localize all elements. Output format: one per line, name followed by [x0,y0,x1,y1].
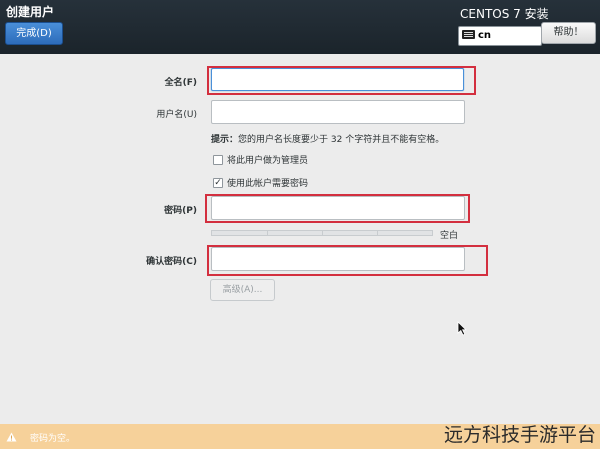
help-button[interactable]: 帮助！ [541,22,596,44]
password-strength-label: 空白 [440,231,459,241]
warning-text: 密码为空。 [30,434,76,444]
warning-icon [6,432,17,442]
admin-checkbox-label: 将此用户做为管理员 [227,156,309,166]
top-header: 创建用户 完成(D) CENTOS 7 安装 cn 帮助！ [0,0,600,54]
keyboard-layout-selector[interactable]: cn [458,26,542,46]
password-strength-bar [211,230,433,236]
require-password-checkbox[interactable]: ✓ [213,177,223,188]
product-title: CENTOS 7 安装 [460,7,549,21]
confirm-password-label: 确认密码(C) [146,257,197,267]
keyboard-layout-label: cn [478,30,492,41]
admin-checkbox-row[interactable]: 将此用户做为管理员 [213,153,308,166]
fullname-label: 全名(F) [164,78,197,88]
admin-checkbox[interactable] [213,154,223,165]
mouse-cursor-icon [457,321,467,336]
password-label: 密码(P) [164,206,197,216]
username-hint: 提示：您的用户名长度要少于 32 个字符并且不能有空格。 [211,132,444,145]
username-label: 用户名(U) [156,110,197,120]
done-button[interactable]: 完成(D) [5,22,63,45]
confirm-password-input[interactable] [211,247,465,271]
advanced-button[interactable]: 高级(A)... [210,279,275,301]
fullname-input[interactable] [211,68,464,91]
require-password-checkbox-row[interactable]: ✓ 使用此帐户需要密码 [213,176,308,189]
require-password-label: 使用此帐户需要密码 [227,179,309,189]
hint-text: 您的用户名长度要少于 32 个字符并且不能有空格。 [238,135,445,145]
page-title: 创建用户 [6,5,55,19]
username-input[interactable] [211,100,465,124]
keyboard-icon [462,29,475,39]
hint-prefix: 提示： [211,135,239,145]
password-input[interactable] [211,196,465,220]
watermark-text: 远方科技手游平台 [443,424,596,446]
